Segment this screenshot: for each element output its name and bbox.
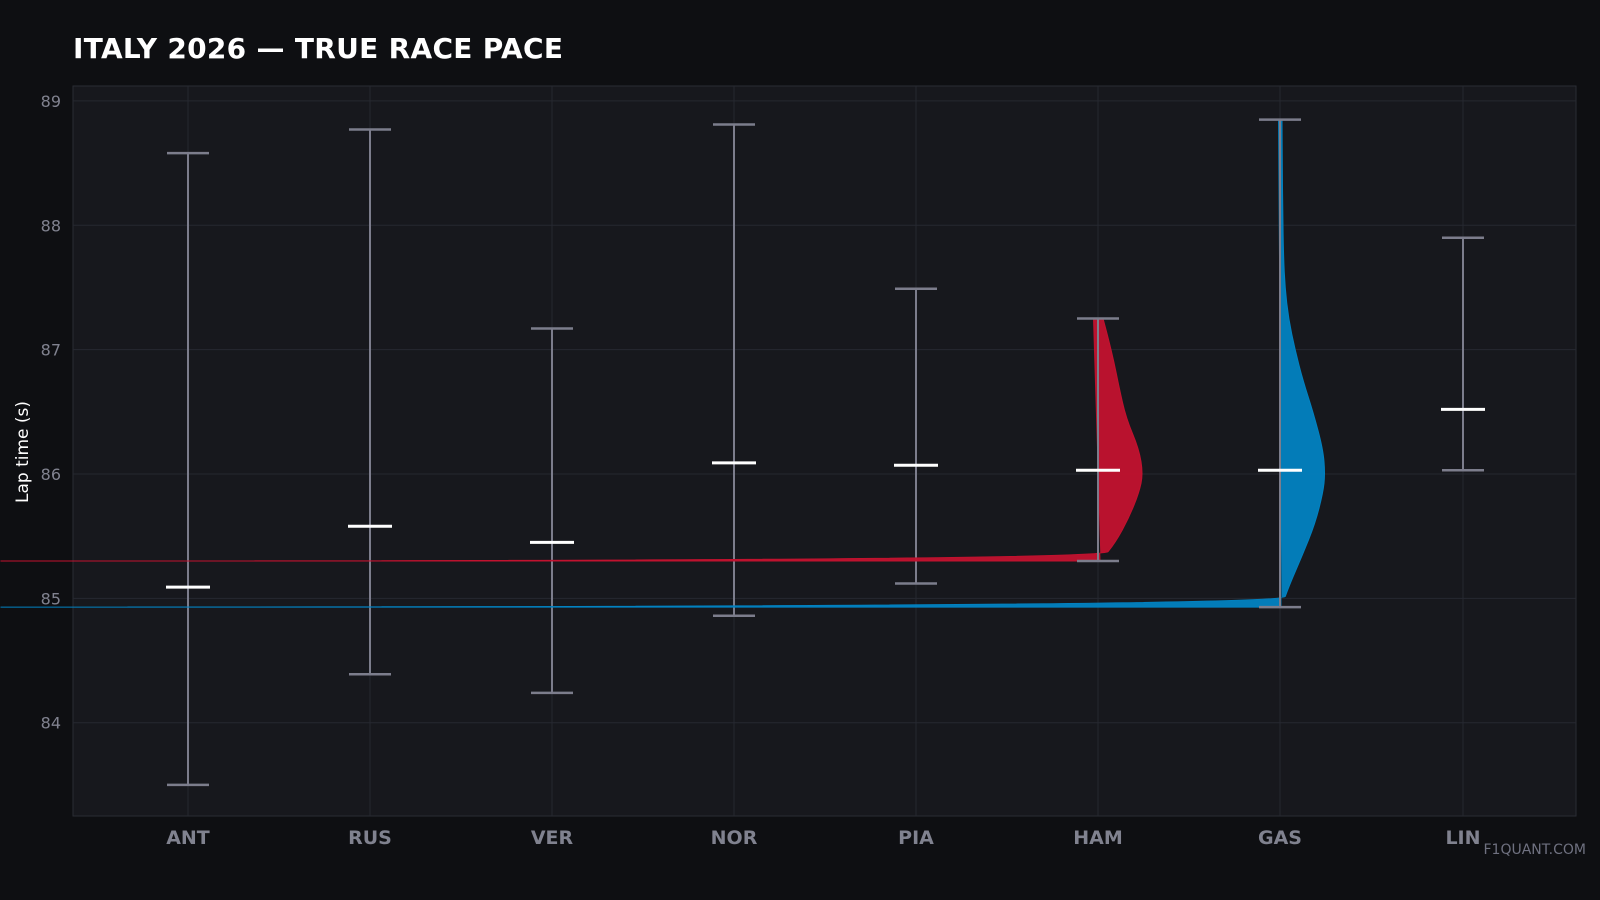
x-tick-label: HAM [1073,827,1123,849]
x-tick-label: LIN [1445,827,1480,849]
y-axis-label: Lap time (s) [13,401,33,503]
y-tick-labels: 84 85 86 87 88 89 [41,92,61,733]
x-tick-label: NOR [711,827,758,849]
y-tick-label: 85 [41,589,61,608]
y-tick-label: 86 [41,465,61,484]
x-tick-label: PIA [898,827,934,849]
x-tick-labels: ANT RUS VER NOR PIA HAM GAS LIN [166,827,1480,849]
watermark: F1QUANT.COM [1483,842,1587,858]
x-tick-label: GAS [1258,827,1302,849]
y-tick-label: 88 [41,216,61,235]
y-tick-label: 87 [41,341,61,360]
x-tick-label: RUS [348,827,392,849]
violin-chart: 84 85 86 87 88 89 ANT RUS VER NOR PIA HAM GAS LIN La… [0,85,1577,849]
y-tick-label: 84 [41,714,61,733]
x-tick-label: ANT [166,827,210,849]
x-tick-label: VER [531,827,574,849]
plot-area [72,85,1577,817]
y-tick-label: 89 [41,92,61,111]
